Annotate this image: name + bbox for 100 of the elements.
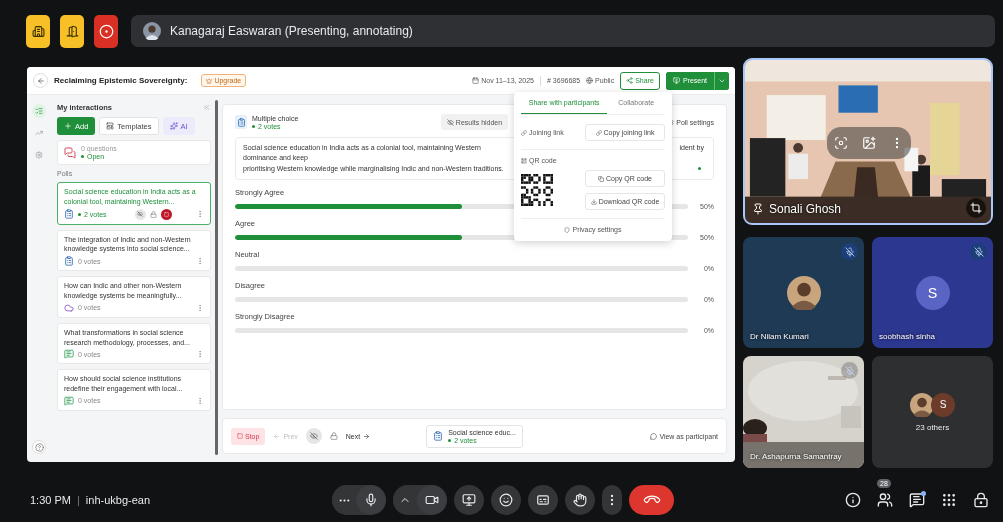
sparkles-icon xyxy=(169,122,178,130)
participant-name: Dr. Ashapurna Samantray xyxy=(750,452,842,461)
avatar: S xyxy=(915,275,950,310)
share-icon xyxy=(626,77,634,84)
more-button[interactable] xyxy=(196,396,204,405)
hand-icon xyxy=(573,493,587,507)
more-icon xyxy=(196,303,204,312)
globe-icon xyxy=(586,77,594,84)
presenter-name: Kanagaraj Easwaran (Presenting, annotating) xyxy=(170,24,413,38)
hide-results-button[interactable] xyxy=(134,208,146,220)
emoji-button[interactable] xyxy=(491,485,521,515)
link-icon xyxy=(595,129,602,136)
play-icon xyxy=(672,77,680,84)
present-icon xyxy=(462,493,476,507)
more-button[interactable] xyxy=(196,257,204,266)
back-icon xyxy=(36,76,45,85)
hide-results-button[interactable] xyxy=(305,428,322,444)
present-menu-button[interactable] xyxy=(714,71,729,90)
end-call-button[interactable] xyxy=(629,485,674,515)
camera-icon xyxy=(425,493,439,507)
clipboard-icon xyxy=(64,256,74,267)
more-button[interactable] xyxy=(196,350,204,359)
avatar xyxy=(786,275,821,310)
captions-icon xyxy=(536,493,550,507)
others-count: 23 others xyxy=(915,422,950,432)
building-icon xyxy=(31,25,45,38)
help-icon xyxy=(34,442,44,452)
status-dot xyxy=(78,212,81,216)
more-icon xyxy=(196,210,204,219)
speech-bubble-icon xyxy=(650,432,658,440)
clipboard-icon xyxy=(235,115,247,129)
door-icon xyxy=(65,25,79,38)
avatar xyxy=(910,392,934,417)
clipboard-icon xyxy=(433,431,444,441)
status-dot xyxy=(448,438,452,442)
calendar-icon xyxy=(472,77,480,84)
frame-icon[interactable] xyxy=(834,136,848,150)
present-screen-button[interactable] xyxy=(454,485,484,515)
status-dot xyxy=(81,155,84,158)
more-button[interactable] xyxy=(602,485,622,515)
chat-icon xyxy=(64,349,74,360)
nav-button[interactable] xyxy=(32,104,46,118)
stop-icon xyxy=(237,433,243,439)
participant-name: soobhash sinha xyxy=(879,332,936,341)
apps-icon xyxy=(940,492,957,508)
trend-icon xyxy=(35,129,43,137)
record-button[interactable] xyxy=(94,15,118,48)
smile-icon xyxy=(499,493,513,507)
arrow-right-icon xyxy=(363,432,371,440)
help-button[interactable] xyxy=(32,440,46,454)
toolbar-button[interactable] xyxy=(26,15,50,48)
captions-button[interactable] xyxy=(528,485,558,515)
stop-button[interactable] xyxy=(160,208,172,220)
chat-bubbles-icon xyxy=(64,146,76,159)
toolbar-button[interactable] xyxy=(60,15,84,48)
eye-off-icon xyxy=(137,211,144,218)
avatar xyxy=(143,22,161,40)
participant-name: Dr Nilam Kumari xyxy=(750,332,809,341)
pin-icon[interactable] xyxy=(752,203,764,215)
template-icon xyxy=(106,122,115,130)
link-icon xyxy=(521,129,527,136)
plus-icon xyxy=(64,122,72,130)
crop-icon xyxy=(970,202,982,214)
record-icon xyxy=(98,24,114,39)
lock-icon[interactable] xyxy=(149,210,157,218)
eye-off-icon xyxy=(446,118,454,126)
add-image-icon[interactable] xyxy=(862,136,876,150)
stop-icon xyxy=(163,211,169,217)
clock: 1:30 PM xyxy=(30,494,71,506)
lock-icon xyxy=(972,492,989,508)
more-button[interactable] xyxy=(196,210,204,219)
chat-icon xyxy=(908,492,925,508)
microphone-icon xyxy=(364,493,378,507)
page-title: Reclaiming Epistemic Sovereignty: xyxy=(54,76,188,85)
participant-name: Sonali Ghosh xyxy=(769,202,842,216)
arrow-left-icon xyxy=(273,432,281,440)
eye-off-icon xyxy=(309,432,318,440)
separator: | xyxy=(76,494,80,506)
crop-button[interactable] xyxy=(966,198,986,218)
more-button[interactable] xyxy=(196,303,204,312)
info-icon xyxy=(844,492,861,508)
shield-icon xyxy=(564,226,571,233)
download-icon xyxy=(590,198,597,205)
lock-icon[interactable] xyxy=(329,432,338,440)
qr-icon xyxy=(521,157,527,164)
settings-icon xyxy=(35,151,43,159)
raise-hand-button[interactable] xyxy=(565,485,595,515)
chat-icon xyxy=(64,395,74,406)
camera-button[interactable] xyxy=(417,485,447,515)
more-icon xyxy=(196,257,204,266)
copy-icon xyxy=(598,175,605,182)
clipboard-icon xyxy=(64,209,74,220)
more-icon xyxy=(196,350,204,359)
status-dot xyxy=(698,166,701,170)
microphone-button[interactable] xyxy=(356,485,386,515)
meeting-code: inh-ukbg-ean xyxy=(85,494,151,506)
cloud-icon xyxy=(64,302,74,313)
people-icon xyxy=(876,492,893,508)
crown-icon xyxy=(206,77,213,84)
back-button[interactable] xyxy=(33,73,48,88)
